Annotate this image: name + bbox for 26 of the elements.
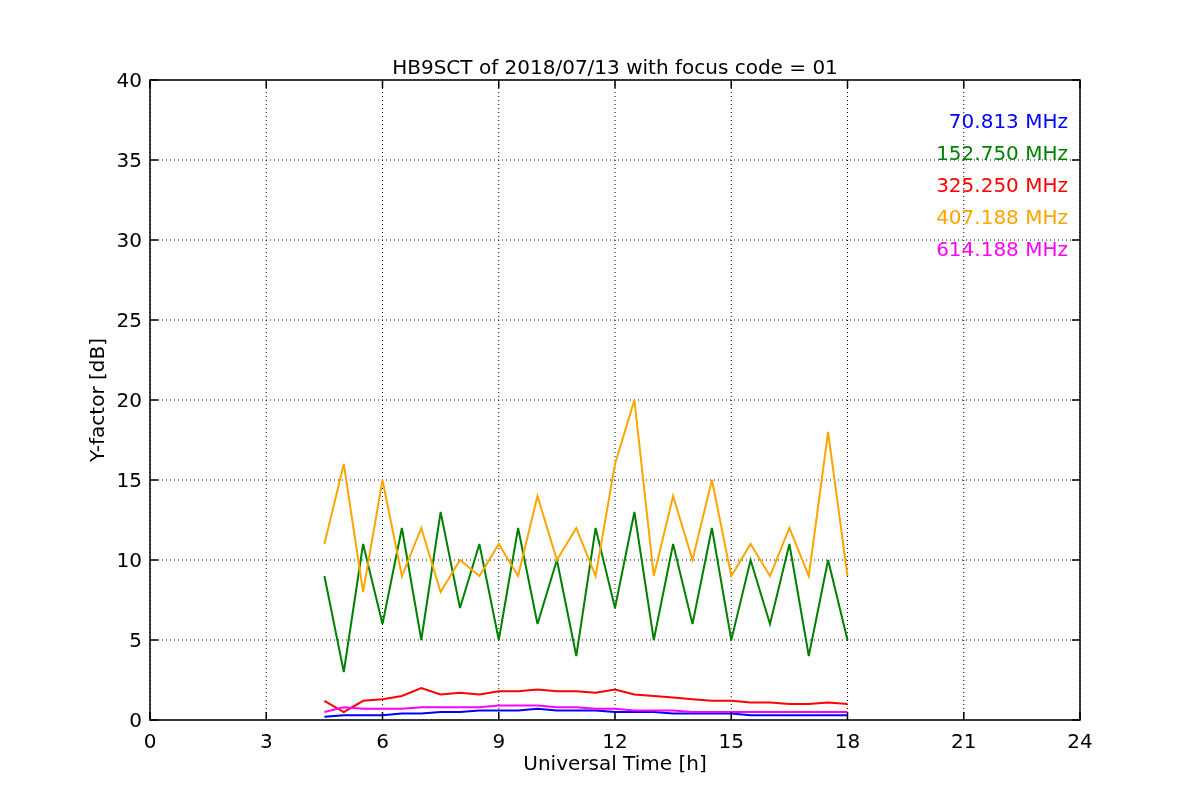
x-tick-label: 15 [718, 729, 744, 753]
y-tick-label: 35 [116, 148, 142, 172]
x-tick-label: 0 [143, 729, 157, 753]
x-tick-label: 12 [602, 729, 628, 753]
legend-label: 614.188 MHz [936, 237, 1068, 261]
x-tick-label: 6 [376, 729, 389, 753]
x-tick-label: 24 [1067, 729, 1093, 753]
y-tick-label: 15 [116, 468, 142, 492]
y-tick-label: 10 [116, 548, 142, 572]
y-tick-label: 20 [116, 388, 142, 412]
x-tick-label: 9 [492, 729, 506, 753]
x-tick-label: 3 [259, 729, 273, 753]
legend-label: 152.750 MHz [936, 141, 1068, 165]
x-tick-label: 21 [951, 729, 977, 753]
legend-label: 325.250 MHz [936, 173, 1068, 197]
y-tick-label: 30 [116, 228, 142, 252]
y-tick-label: 0 [129, 708, 142, 732]
y-tick-label: 25 [116, 308, 142, 332]
y-tick-label: 5 [129, 628, 142, 652]
chart-title: HB9SCT of 2018/07/13 with focus code = 01 [392, 55, 838, 79]
x-tick-label: 18 [834, 729, 861, 753]
x-axis-label: Universal Time [h] [523, 751, 707, 775]
y-tick-label: 40 [116, 68, 142, 92]
y-axis-label: Y-factor [dB] [85, 338, 109, 462]
legend-label: 407.188 MHz [936, 205, 1068, 229]
legend-label: 70.813 MHz [948, 109, 1068, 133]
